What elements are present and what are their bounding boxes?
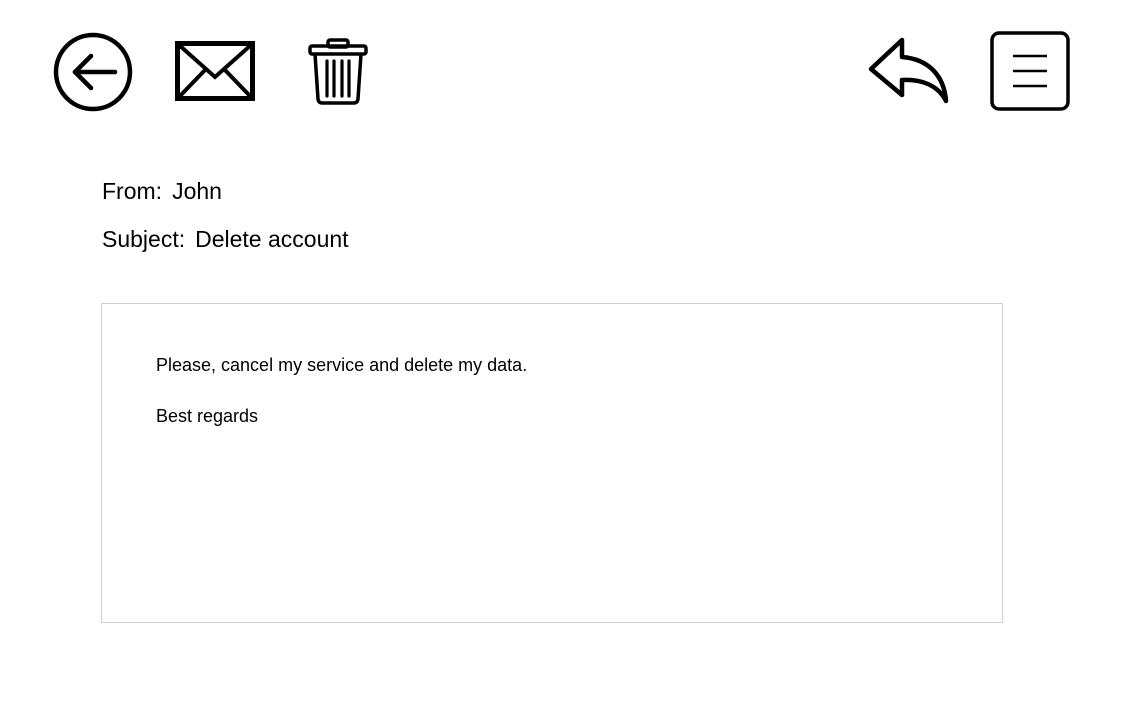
- mail-button[interactable]: [175, 41, 255, 101]
- email-view-screen: From: John Subject: Delete account Please,…: [0, 0, 1130, 707]
- hamburger-menu-icon: [990, 31, 1070, 111]
- from-label: From:: [102, 178, 163, 204]
- delete-button[interactable]: [308, 38, 368, 106]
- subject-row: Subject: Delete account: [102, 225, 349, 253]
- menu-button[interactable]: [990, 31, 1070, 111]
- back-button[interactable]: [53, 32, 133, 112]
- back-arrow-circle-icon: [53, 32, 133, 112]
- message-signature: Best regards: [156, 406, 259, 426]
- subject-value: Delete account: [195, 226, 349, 252]
- from-value: John: [172, 178, 222, 204]
- message-body: Please, cancel my service and delete my …: [101, 303, 1003, 623]
- subject-label: Subject:: [102, 226, 186, 252]
- trash-icon: [308, 38, 368, 105]
- reply-arrow-icon: [868, 37, 949, 104]
- from-row: From: John: [102, 177, 222, 205]
- reply-button[interactable]: [866, 37, 952, 107]
- message-line: Please, cancel my service and delete my …: [156, 355, 528, 375]
- envelope-icon: [175, 41, 255, 101]
